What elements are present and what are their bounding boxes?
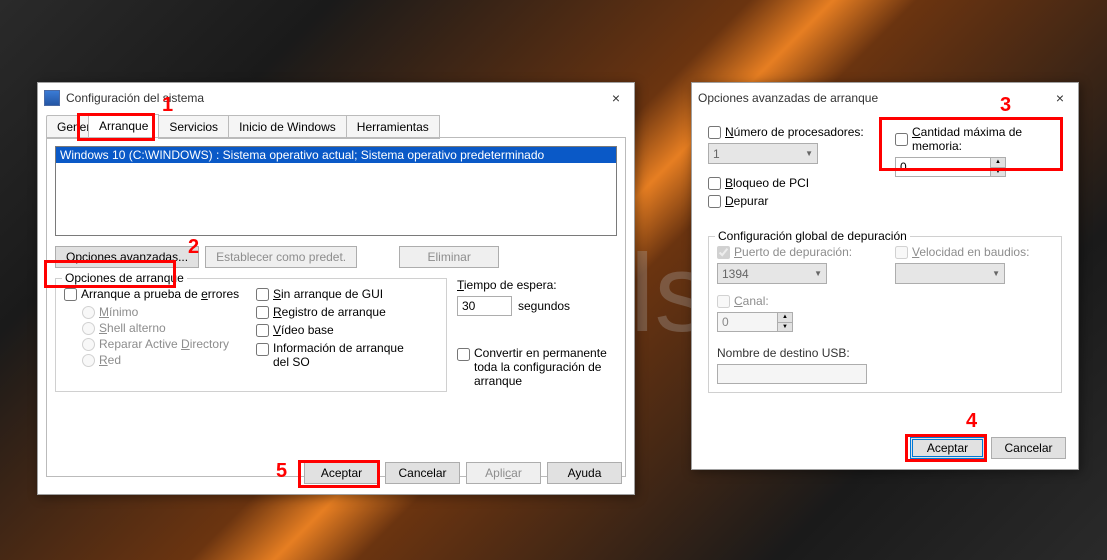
spin-down-icon[interactable]: ▼ (991, 168, 1005, 177)
debug-port-checkbox: Puerto de depuración: (717, 245, 875, 259)
delete-button: Eliminar (399, 246, 499, 268)
close-icon[interactable]: × (1048, 87, 1072, 109)
timeout-unit: segundos (518, 299, 570, 313)
tab-services[interactable]: Servicios (158, 115, 229, 139)
permanent-checkbox[interactable]: Convertir en permanente toda la configur… (457, 346, 617, 388)
apply-button: Aplicar (466, 462, 541, 484)
advanced-options-button[interactable]: Opciones avanzadas... (55, 246, 199, 268)
boot-options-group: Opciones de arranque Arranque a prueba d… (55, 278, 447, 392)
safeboot-net-radio: Red (82, 353, 246, 367)
help-button[interactable]: Ayuda (547, 462, 622, 484)
debug-settings-group: Configuración global de depuración Puert… (708, 236, 1062, 393)
titlebar[interactable]: Configuración del sistema × (38, 83, 634, 113)
tab-strip: General Arranque Servicios Inicio de Win… (38, 114, 634, 138)
safeboot-checkbox[interactable]: Arranque a prueba de errores (64, 287, 246, 301)
safeboot-min-radio: Mínimo (82, 305, 246, 319)
baud-checkbox: Velocidad en baudios: (895, 245, 1053, 259)
basevid-checkbox[interactable]: Vídeo base (256, 323, 438, 337)
set-default-button: Establecer como predet. (205, 246, 357, 268)
window-title: Opciones avanzadas de arranque (698, 91, 878, 105)
dialog-footer: Aceptar Cancelar (910, 437, 1066, 459)
boot-entry-selected[interactable]: Windows 10 (C:\WINDOWS) : Sistema operat… (56, 147, 616, 163)
tab-tools[interactable]: Herramientas (346, 115, 440, 139)
cancel-button[interactable]: Cancelar (385, 462, 460, 484)
usb-target-input (717, 364, 867, 384)
app-icon (44, 90, 60, 106)
spin-up-icon: ▲ (778, 313, 792, 323)
titlebar[interactable]: Opciones avanzadas de arranque × (692, 83, 1078, 113)
boot-entry-list[interactable]: Windows 10 (C:\WINDOWS) : Sistema operat… (55, 146, 617, 236)
channel-checkbox: Canal: (717, 294, 875, 308)
maxmem-spinner[interactable]: ▲▼ (895, 157, 1010, 177)
spin-up-icon[interactable]: ▲ (991, 158, 1005, 168)
timeout-label: Tiempo de espera: (457, 278, 617, 292)
ok-button[interactable]: Aceptar (910, 437, 985, 459)
system-config-window: Configuración del sistema × General Arra… (37, 82, 635, 495)
nproc-select: 1▼ (708, 143, 818, 164)
channel-spinner: ▲▼ (717, 312, 807, 332)
debug-port-select: 1394▼ (717, 263, 827, 284)
bootlog-checkbox[interactable]: Registro de arranque (256, 305, 438, 319)
tab-panel: Windows 10 (C:\WINDOWS) : Sistema operat… (46, 137, 626, 477)
nogui-checkbox[interactable]: Sin arranque de GUI (256, 287, 438, 301)
dialog-footer: Aceptar Cancelar Aplicar Ayuda (304, 462, 622, 484)
safeboot-adrepair-radio: Reparar Active Directory (82, 337, 246, 351)
pcilock-checkbox[interactable]: Bloqueo de PCI (708, 176, 875, 190)
cancel-button[interactable]: Cancelar (991, 437, 1066, 459)
chevron-down-icon: ▼ (805, 149, 813, 158)
ok-button[interactable]: Aceptar (304, 462, 379, 484)
spin-down-icon: ▼ (778, 323, 792, 332)
timeout-input[interactable] (457, 296, 512, 316)
usb-target-label: Nombre de destino USB: (717, 346, 1053, 360)
chevron-down-icon: ▼ (992, 269, 1000, 278)
close-icon[interactable]: × (604, 87, 628, 109)
osinfo-checkbox[interactable]: Información de arranque del SO (256, 341, 438, 369)
safeboot-altshell-radio: Shell alterno (82, 321, 246, 335)
tab-boot[interactable]: Arranque (88, 114, 159, 138)
window-title: Configuración del sistema (66, 91, 204, 105)
advanced-boot-window: Opciones avanzadas de arranque × Número … (691, 82, 1079, 470)
tab-general[interactable]: General (46, 115, 89, 139)
chevron-down-icon: ▼ (814, 269, 822, 278)
debug-checkbox[interactable]: Depurar (708, 194, 875, 208)
baud-select: ▼ (895, 263, 1005, 284)
tab-startup[interactable]: Inicio de Windows (228, 115, 347, 139)
group-title: Opciones de arranque (62, 271, 187, 285)
group-title: Configuración global de depuración (715, 229, 910, 243)
maxmem-checkbox[interactable]: Cantidad máxima de memoria: (895, 125, 1062, 153)
nproc-checkbox[interactable]: Número de procesadores: (708, 125, 875, 139)
